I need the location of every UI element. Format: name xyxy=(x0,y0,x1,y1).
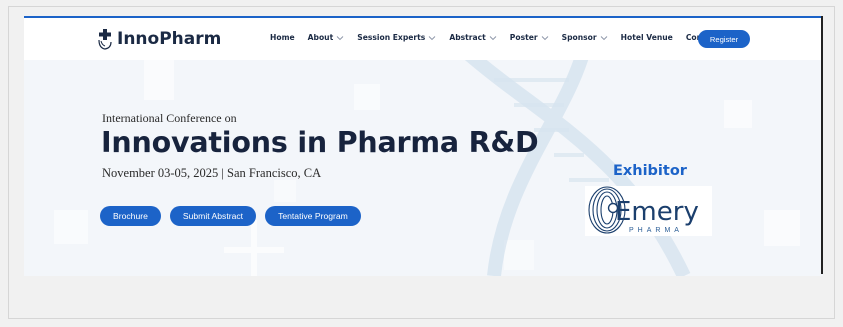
nav-poster-label: Poster xyxy=(509,33,538,42)
nav-session-experts[interactable]: Session Experts xyxy=(357,33,436,42)
brand-name: InnoPharm xyxy=(117,29,222,49)
submit-abstract-button[interactable]: Submit Abstract xyxy=(169,206,257,226)
nav-abstract-label: Abstract xyxy=(449,33,486,42)
main-nav: Home About Session Experts Abstract Post… xyxy=(270,33,732,42)
website: InnoPharm Home About Session Experts Abs… xyxy=(24,16,823,276)
event-date-location: November 03-05, 2025 | San Francisco, CA xyxy=(102,166,322,180)
nav-abstract[interactable]: Abstract xyxy=(449,33,497,42)
chevron-down-icon xyxy=(336,35,344,40)
nav-about-label: About xyxy=(307,33,334,42)
register-button[interactable]: Register xyxy=(698,30,750,48)
sponsor-name: Emery xyxy=(615,197,699,227)
hero-buttons: Brochure Submit Abstract Tentative Progr… xyxy=(100,206,361,226)
chevron-down-icon xyxy=(429,35,436,40)
nav-hotel-venue-label: Hotel Venue xyxy=(620,33,673,42)
nav-about[interactable]: About xyxy=(308,33,345,42)
chevron-down-icon xyxy=(489,35,497,40)
nav-poster[interactable]: Poster xyxy=(510,33,549,42)
chevron-down-icon xyxy=(541,35,548,40)
brochure-button[interactable]: Brochure xyxy=(100,206,161,226)
sponsor-subtitle: PHARMA xyxy=(629,227,683,234)
chevron-down-icon xyxy=(600,35,607,40)
page-title: Innovations in Pharma R&D xyxy=(101,126,539,159)
nav-home[interactable]: Home xyxy=(270,33,295,42)
nav-sponsor-label: Sponsor xyxy=(561,33,597,42)
exhibitor-heading: Exhibitor xyxy=(613,163,687,179)
pharma-cross-hand-icon xyxy=(98,29,112,50)
site-header: InnoPharm Home About Session Experts Abs… xyxy=(24,18,823,60)
hero-eyebrow: International Conference on xyxy=(102,111,237,125)
tentative-program-button[interactable]: Tentative Program xyxy=(265,206,361,226)
brand-logo[interactable]: InnoPharm xyxy=(96,28,221,50)
nav-hotel-venue[interactable]: Hotel Venue xyxy=(621,33,673,42)
emery-pharma-logo[interactable]: Emery PHARMA xyxy=(585,186,712,236)
hero-banner: International Conference on Innovations … xyxy=(24,60,823,276)
nav-session-experts-label: Session Experts xyxy=(357,33,426,42)
nav-sponsor[interactable]: Sponsor xyxy=(562,33,608,42)
scrollbar-edge xyxy=(821,16,823,274)
nav-home-label: Home xyxy=(270,33,295,42)
